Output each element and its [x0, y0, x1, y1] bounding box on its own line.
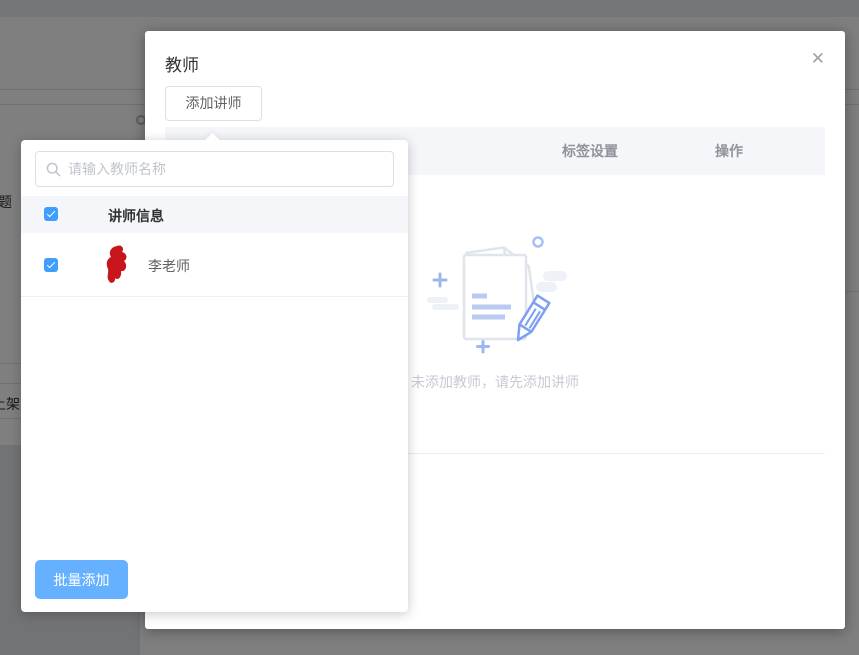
batch-add-button[interactable]: 批量添加	[35, 560, 128, 599]
table-header-tags: 标签设置	[500, 127, 680, 175]
add-teacher-button[interactable]: 添加讲师	[165, 86, 262, 121]
empty-state-illustration	[425, 222, 575, 360]
dialog-title: 教师	[165, 51, 199, 76]
screen: 标题 上架 教师 ✕ 添加讲师 标签设置 操作	[0, 0, 859, 655]
select-all-checkbox[interactable]	[44, 207, 58, 221]
teacher-list-item[interactable]: 李老师	[21, 233, 408, 297]
teacher-picker-popover: 讲师信息 李老师 批量添加	[21, 140, 408, 612]
teacher-avatar	[105, 245, 129, 285]
teacher-checkbox[interactable]	[44, 258, 58, 272]
search-icon	[46, 162, 61, 177]
table-header-actions: 操作	[674, 127, 784, 175]
teacher-search-box	[35, 151, 394, 187]
teacher-search-input[interactable]	[68, 152, 388, 186]
teacher-list-header-label: 讲师信息	[108, 206, 164, 226]
close-icon[interactable]: ✕	[811, 50, 825, 67]
teacher-list-header: 讲师信息	[21, 196, 408, 233]
teacher-name: 李老师	[148, 256, 190, 276]
